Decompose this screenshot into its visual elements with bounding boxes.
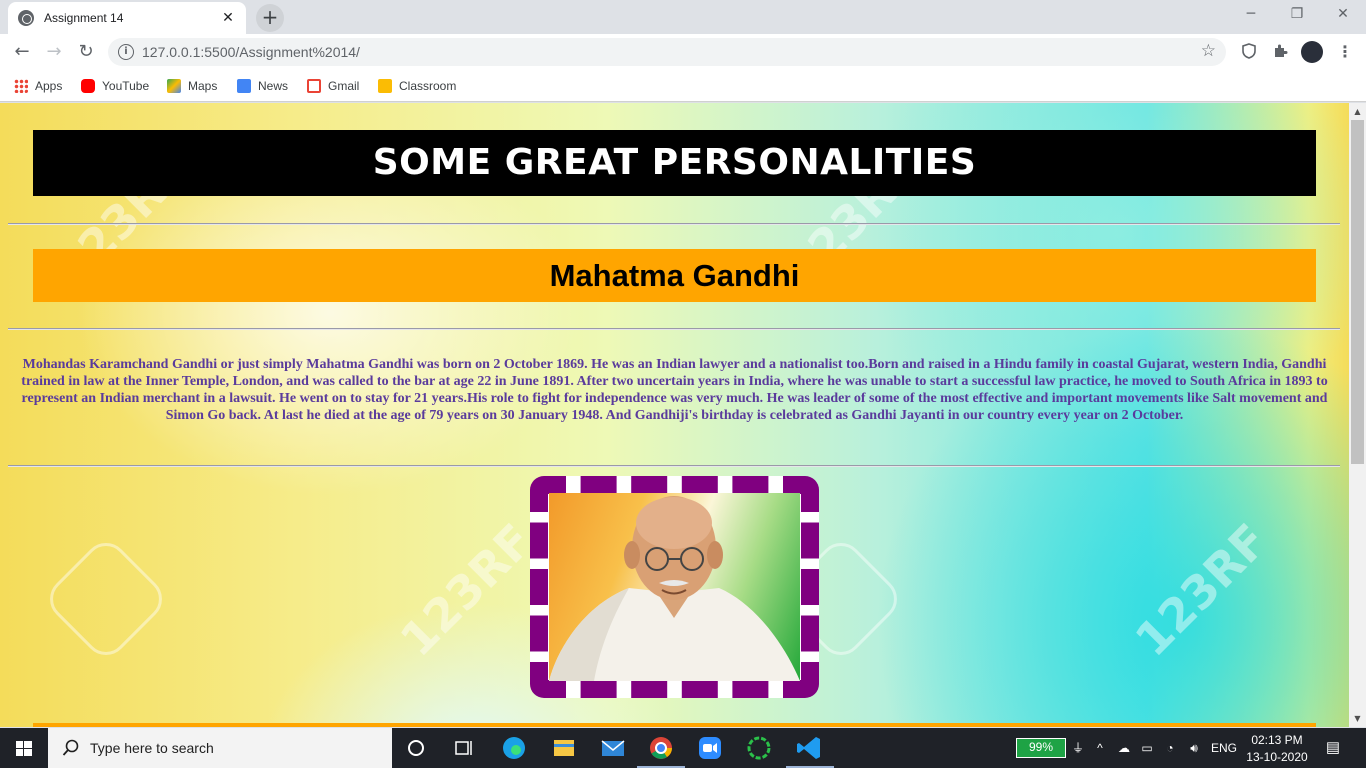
search-placeholder: Type here to search xyxy=(90,740,214,756)
tab-strip: Assignment 14 ✕ + ─ ❐ ✕ xyxy=(0,0,1366,34)
gandhi-portrait xyxy=(549,493,800,681)
watermark-text: 123RF xyxy=(389,513,544,667)
bookmark-youtube[interactable]: YouTube xyxy=(81,76,149,96)
clock-time: 02:13 PM xyxy=(1251,733,1303,747)
start-button[interactable] xyxy=(0,728,48,768)
divider xyxy=(8,328,1340,330)
battery-indicator[interactable]: 99% xyxy=(1016,738,1066,758)
wifi-icon[interactable]: ◔ xyxy=(1160,728,1180,768)
bookmark-gmail[interactable]: Gmail xyxy=(307,76,359,96)
windows-logo-icon xyxy=(16,741,32,756)
show-hidden-icons-chevron[interactable]: ^ xyxy=(1090,728,1110,768)
clock[interactable]: 02:13 PM 13-10-2020 xyxy=(1244,728,1310,768)
zoom-icon[interactable] xyxy=(686,728,734,768)
personality-name: Mahatma Gandhi xyxy=(549,258,800,293)
loading-circle-app-icon[interactable] xyxy=(735,728,783,768)
onedrive-cloud-icon[interactable]: ☁ xyxy=(1114,728,1134,768)
restore-button[interactable]: ❐ xyxy=(1274,0,1320,30)
maps-pin-icon xyxy=(167,79,181,93)
page-title: SOME GREAT PERSONALITIES xyxy=(372,142,977,183)
news-icon xyxy=(237,79,251,93)
scroll-thumb[interactable] xyxy=(1351,120,1364,464)
divider xyxy=(8,465,1340,467)
cortana-icon[interactable] xyxy=(392,728,440,768)
bookmark-maps[interactable]: Maps xyxy=(167,76,217,96)
page-header: SOME GREAT PERSONALITIES xyxy=(33,130,1316,196)
bookmark-classroom[interactable]: Classroom xyxy=(378,76,456,96)
divider xyxy=(8,223,1340,225)
windows-taskbar: Type here to search 99% ⏚ ^ ☁ ▭ ◔ 🔊︎ ENG… xyxy=(0,728,1366,768)
browser-toolbar: ← → ↻ i 127.0.0.1:5500/Assignment%2014/ … xyxy=(0,34,1366,70)
page-viewport: 123RF 123RF 123RF 123RF SOME GREAT PERSO… xyxy=(0,103,1349,727)
watermark-text: 123RF xyxy=(1124,513,1279,667)
address-bar[interactable]: i 127.0.0.1:5500/Assignment%2014/ ☆ xyxy=(108,38,1226,66)
photo-frame xyxy=(530,476,819,698)
watermark-shape xyxy=(40,533,172,665)
next-section-header xyxy=(33,723,1316,727)
bookmark-star-icon[interactable]: ☆ xyxy=(1201,41,1216,61)
personality-header: Mahatma Gandhi xyxy=(33,249,1316,302)
close-window-button[interactable]: ✕ xyxy=(1320,0,1366,30)
search-icon xyxy=(62,739,80,757)
extensions-puzzle-icon[interactable] xyxy=(1271,43,1289,61)
task-view-icon[interactable] xyxy=(440,728,488,768)
back-button[interactable]: ← xyxy=(8,38,36,66)
chrome-icon[interactable] xyxy=(637,728,685,768)
tab-title: Assignment 14 xyxy=(44,11,124,25)
youtube-icon xyxy=(81,79,95,93)
forward-button[interactable]: → xyxy=(40,38,68,66)
vscode-icon[interactable] xyxy=(786,728,834,768)
notification-center-icon[interactable]: ▤ xyxy=(1320,728,1346,768)
site-info-icon[interactable]: i xyxy=(118,44,134,60)
minimize-button[interactable]: ─ xyxy=(1228,0,1274,30)
new-tab-button[interactable]: + xyxy=(256,4,284,32)
classroom-icon xyxy=(378,79,392,93)
menu-kebab-icon[interactable]: ⋮ xyxy=(1336,43,1354,61)
clock-date: 13-10-2020 xyxy=(1246,750,1308,764)
close-tab-icon[interactable]: ✕ xyxy=(220,10,236,26)
bookmarks-bar: Apps YouTube Maps News Gmail Classroom xyxy=(0,70,1366,102)
biography-paragraph: Mohandas Karamchand Gandhi or just simpl… xyxy=(21,357,1328,423)
battery-tray-icon[interactable]: ▭ xyxy=(1137,728,1157,768)
language-indicator[interactable]: ENG xyxy=(1210,728,1238,768)
globe-icon xyxy=(18,10,34,26)
edge-icon[interactable] xyxy=(490,728,538,768)
taskbar-search[interactable]: Type here to search xyxy=(48,728,392,768)
mail-icon[interactable] xyxy=(589,728,637,768)
volume-icon[interactable]: 🔊︎ xyxy=(1184,728,1204,768)
power-plug-icon[interactable]: ⏚ xyxy=(1068,728,1088,768)
url-text: 127.0.0.1:5500/Assignment%2014/ xyxy=(142,44,360,60)
scroll-down-arrow[interactable]: ▼ xyxy=(1349,710,1366,727)
page-scrollbar[interactable]: ▲ ▼ xyxy=(1349,103,1366,727)
shield-extension-icon[interactable] xyxy=(1240,43,1258,61)
browser-tab[interactable]: Assignment 14 ✕ xyxy=(8,2,246,34)
apps-grid-icon xyxy=(14,79,28,93)
bookmark-news[interactable]: News xyxy=(237,76,288,96)
profile-avatar[interactable] xyxy=(1301,41,1323,63)
reload-button[interactable]: ↻ xyxy=(72,38,100,66)
gmail-icon xyxy=(307,79,321,93)
bookmark-apps[interactable]: Apps xyxy=(14,76,62,96)
file-explorer-icon[interactable] xyxy=(540,728,588,768)
scroll-up-arrow[interactable]: ▲ xyxy=(1349,103,1366,120)
